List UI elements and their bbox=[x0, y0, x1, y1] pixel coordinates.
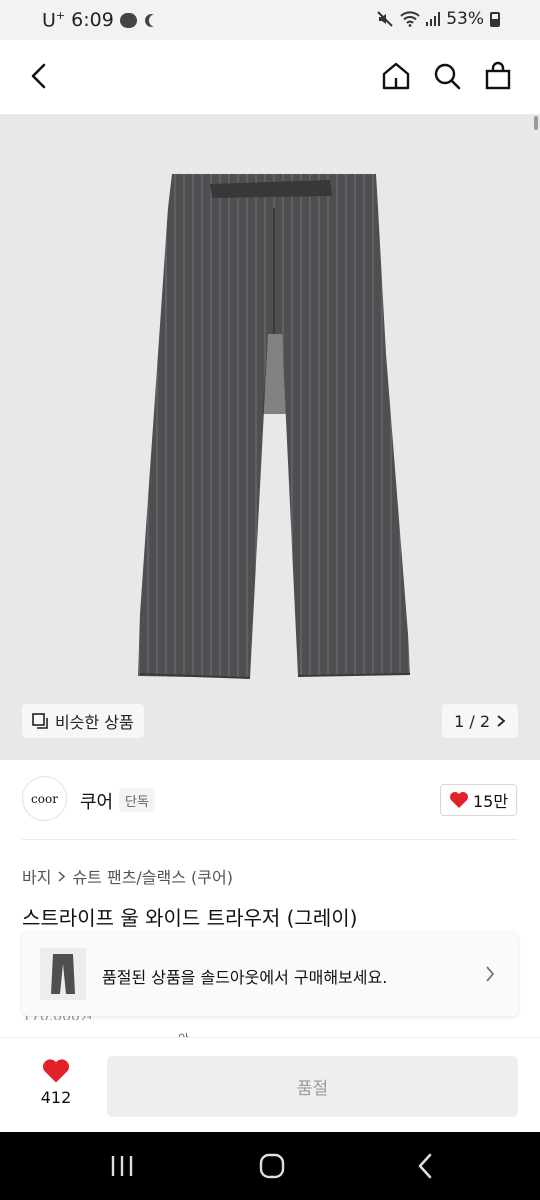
home-icon[interactable] bbox=[380, 60, 412, 92]
top-app-bar bbox=[0, 40, 540, 114]
home-nav-icon[interactable] bbox=[258, 1152, 286, 1180]
brand-name[interactable]: 쿠어 bbox=[80, 788, 113, 814]
wifi-icon bbox=[400, 11, 420, 27]
image-page-indicator[interactable]: 1 / 2 bbox=[442, 704, 518, 738]
wishlist-button[interactable]: 412 bbox=[26, 1058, 86, 1118]
battery-percent: 53% bbox=[446, 9, 484, 29]
brand-like-count: 15만 bbox=[472, 792, 509, 811]
brand-like-button[interactable]: 15만 bbox=[440, 784, 517, 816]
wishlist-count: 412 bbox=[40, 1088, 72, 1107]
recent-apps-icon[interactable] bbox=[108, 1152, 136, 1180]
brand-row: coor 쿠어 단독 15만 bbox=[0, 760, 540, 840]
back-button[interactable] bbox=[24, 60, 56, 92]
soldout-banner-text: 품절된 상품을 솔드아웃에서 구매해보세요. bbox=[102, 968, 388, 987]
system-navigation-bar bbox=[0, 1132, 540, 1200]
breadcrumb-subcategory[interactable]: 슈트 팬츠/슬랙스 (쿠어) bbox=[72, 864, 233, 888]
chevron-right-icon bbox=[486, 966, 495, 982]
banner-product-thumbnail bbox=[40, 948, 86, 1000]
talk-icon bbox=[119, 12, 137, 28]
chevron-right-icon bbox=[58, 870, 66, 882]
exclusive-badge: 단독 bbox=[119, 788, 155, 812]
brand-logo[interactable]: coor bbox=[22, 776, 67, 821]
breadcrumb: 바지 슈트 팬츠/슬랙스 (쿠어) bbox=[22, 864, 233, 888]
carrier-label: U+ bbox=[42, 9, 66, 32]
status-right: 53% bbox=[376, 9, 500, 29]
similar-icon bbox=[32, 713, 48, 729]
battery-icon bbox=[490, 11, 500, 27]
soldout-banner[interactable]: 품절된 상품을 솔드아웃에서 구매해보세요. bbox=[22, 932, 518, 1016]
mute-icon bbox=[377, 11, 393, 27]
breadcrumb-category[interactable]: 바지 bbox=[22, 864, 51, 888]
shopping-bag-icon[interactable] bbox=[482, 60, 514, 92]
back-nav-icon[interactable] bbox=[412, 1152, 440, 1180]
chevron-right-icon bbox=[497, 715, 506, 727]
status-left: U+ 6:09 bbox=[42, 9, 162, 31]
divider bbox=[22, 839, 518, 840]
similar-label: 비슷한 상품 bbox=[55, 713, 134, 732]
page-indicator-text: 1 / 2 bbox=[454, 711, 490, 731]
moon-icon bbox=[149, 14, 162, 27]
clock: 6:09 bbox=[71, 9, 114, 32]
product-title: 스트라이프 울 와이드 트라우저 (그레이) bbox=[22, 906, 358, 930]
soldout-button[interactable]: 품절 bbox=[107, 1056, 518, 1117]
heart-icon bbox=[449, 792, 468, 808]
heart-icon bbox=[43, 1059, 69, 1083]
product-image-gallery[interactable]: 비슷한 상품 1 / 2 bbox=[0, 114, 540, 760]
signal-icon bbox=[426, 12, 441, 26]
product-image bbox=[138, 174, 411, 679]
status-bar: U+ 6:09 53% bbox=[0, 0, 540, 40]
bottom-action-bar: 412 품절 bbox=[0, 1037, 540, 1132]
search-icon[interactable] bbox=[431, 60, 463, 92]
similar-products-button[interactable]: 비슷한 상품 bbox=[22, 704, 144, 738]
